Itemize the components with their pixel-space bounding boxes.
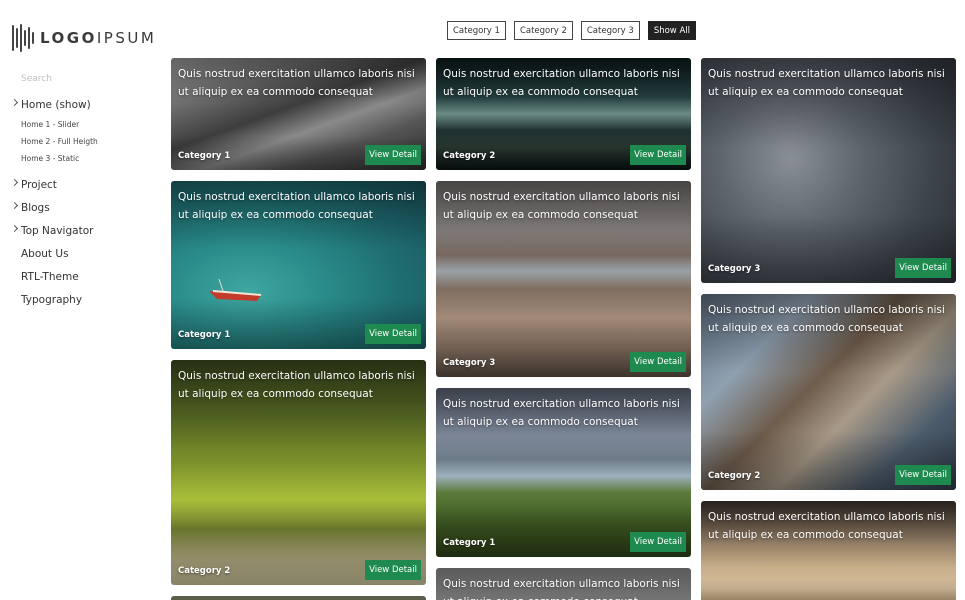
nav-submenu-home: Home 1 - Slider Home 2 - Full Heigth Hom… bbox=[12, 116, 98, 167]
portfolio-card[interactable]: Quis nostrud exercitation ullamco labori… bbox=[701, 294, 956, 490]
nav-subitem-home3[interactable]: Home 3 - Static bbox=[12, 150, 98, 167]
nav-item-top-navigator[interactable]: Top Navigator bbox=[10, 219, 98, 242]
search-input[interactable] bbox=[21, 74, 141, 84]
card-description: Quis nostrud exercitation ullamco labori… bbox=[178, 191, 415, 221]
portfolio-card[interactable]: Quis nostrud exercitation ullamco labori… bbox=[436, 181, 691, 377]
chevron-right-icon bbox=[10, 224, 19, 233]
filter-category-2[interactable]: Category 2 bbox=[513, 21, 573, 40]
card-description: Quis nostrud exercitation ullamco labori… bbox=[443, 578, 680, 600]
category-filters: Category 1 Category 2 Category 3 Show Al… bbox=[447, 21, 696, 40]
chevron-right-icon bbox=[10, 98, 19, 107]
portfolio-card-partial[interactable]: Quis nostrud exercitation ullamco labori… bbox=[436, 568, 691, 600]
logo-text: LOGOIPSUM bbox=[40, 29, 157, 47]
sidebar: LOGOIPSUM Home (show) Home 1 - Slider Ho… bbox=[0, 0, 160, 600]
card-description: Quis nostrud exercitation ullamco labori… bbox=[443, 68, 680, 98]
card-description: Quis nostrud exercitation ullamco labori… bbox=[443, 398, 680, 428]
card-category: Category 3 bbox=[443, 358, 496, 368]
filter-category-3[interactable]: Category 3 bbox=[580, 21, 640, 40]
card-description: Quis nostrud exercitation ullamco labori… bbox=[708, 304, 945, 334]
view-detail-button[interactable]: View Detail bbox=[365, 324, 421, 344]
nav-item-home[interactable]: Home (show) bbox=[10, 93, 98, 116]
nav-subitem-home1[interactable]: Home 1 - Slider bbox=[12, 116, 98, 133]
view-detail-button[interactable]: View Detail bbox=[365, 145, 421, 165]
card-category: Category 2 bbox=[443, 151, 496, 161]
card-image-partial bbox=[171, 596, 426, 600]
main-nav: Home (show) Home 1 - Slider Home 2 - Ful… bbox=[10, 93, 98, 311]
portfolio-card[interactable]: Quis nostrud exercitation ullamco labori… bbox=[171, 181, 426, 349]
view-detail-button[interactable]: View Detail bbox=[630, 145, 686, 165]
nav-item-label: Project bbox=[21, 178, 57, 191]
chevron-right-icon bbox=[10, 178, 19, 187]
nav-item-about[interactable]: About Us bbox=[12, 242, 98, 265]
logo[interactable]: LOGOIPSUM bbox=[12, 23, 156, 53]
card-description: Quis nostrud exercitation ullamco labori… bbox=[178, 370, 415, 400]
view-detail-button[interactable]: View Detail bbox=[630, 532, 686, 552]
card-description: Quis nostrud exercitation ullamco labori… bbox=[443, 191, 680, 221]
portfolio-card[interactable]: Quis nostrud exercitation ullamco labori… bbox=[171, 58, 426, 170]
card-category: Category 1 bbox=[178, 151, 231, 161]
nav-item-project[interactable]: Project bbox=[10, 173, 98, 196]
card-category: Category 2 bbox=[178, 566, 231, 576]
card-description: Quis nostrud exercitation ullamco labori… bbox=[178, 68, 415, 98]
nav-subitem-home2[interactable]: Home 2 - Full Heigth bbox=[12, 133, 98, 150]
portfolio-card-partial[interactable] bbox=[171, 596, 426, 600]
portfolio-card[interactable]: Quis nostrud exercitation ullamco labori… bbox=[701, 58, 956, 283]
nav-item-rtl-theme[interactable]: RTL-Theme bbox=[12, 265, 98, 288]
nav-item-blogs[interactable]: Blogs bbox=[10, 196, 98, 219]
view-detail-button[interactable]: View Detail bbox=[365, 560, 421, 580]
view-detail-button[interactable]: View Detail bbox=[895, 465, 951, 485]
view-detail-button[interactable]: View Detail bbox=[895, 258, 951, 278]
nav-item-label: Typography bbox=[21, 293, 83, 306]
filter-show-all[interactable]: Show All bbox=[647, 21, 696, 40]
card-category: Category 1 bbox=[443, 538, 496, 548]
card-category: Category 3 bbox=[708, 264, 761, 274]
logo-mark-icon bbox=[12, 23, 34, 53]
nav-item-label: RTL-Theme bbox=[21, 270, 79, 283]
nav-item-label: Top Navigator bbox=[21, 224, 94, 237]
nav-item-label: Blogs bbox=[21, 201, 50, 214]
nav-item-label: About Us bbox=[21, 247, 69, 260]
card-category: Category 2 bbox=[708, 471, 761, 481]
view-detail-button[interactable]: View Detail bbox=[630, 352, 686, 372]
card-description: Quis nostrud exercitation ullamco labori… bbox=[708, 511, 945, 541]
portfolio-card[interactable]: Quis nostrud exercitation ullamco labori… bbox=[436, 58, 691, 170]
chevron-right-icon bbox=[10, 201, 19, 210]
nav-item-typography[interactable]: Typography bbox=[12, 288, 98, 311]
card-category: Category 1 bbox=[178, 330, 231, 340]
card-description: Quis nostrud exercitation ullamco labori… bbox=[708, 68, 945, 98]
portfolio-card[interactable]: Quis nostrud exercitation ullamco labori… bbox=[436, 388, 691, 557]
nav-item-label: Home (show) bbox=[21, 98, 91, 111]
portfolio-card[interactable]: Quis nostrud exercitation ullamco labori… bbox=[171, 360, 426, 585]
portfolio-card-partial[interactable]: Quis nostrud exercitation ullamco labori… bbox=[701, 501, 956, 600]
filter-category-1[interactable]: Category 1 bbox=[447, 21, 506, 40]
